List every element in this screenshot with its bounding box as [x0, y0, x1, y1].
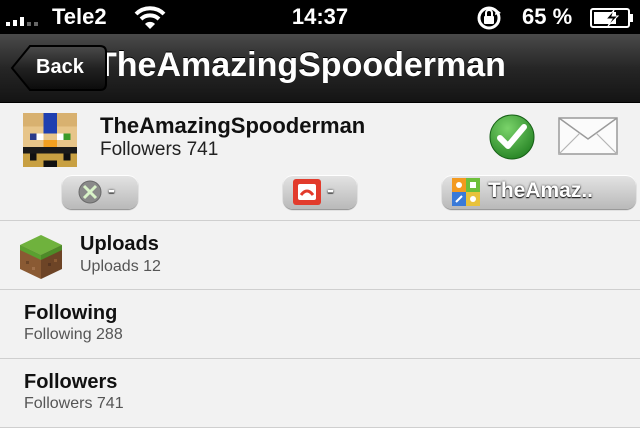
followers-subtitle: Followers 741 — [24, 395, 124, 412]
grass-block-icon — [20, 235, 62, 279]
back-button[interactable]: Back — [10, 44, 108, 92]
game-center-icon — [452, 178, 480, 206]
minecraft-account-icon — [293, 179, 321, 205]
follow-check-icon[interactable] — [488, 113, 536, 161]
list-item-followers[interactable]: Followers Followers 741 — [0, 359, 640, 428]
uploads-subtitle: Uploads 12 — [80, 258, 161, 275]
minecraft-account-button[interactable]: - — [283, 175, 357, 209]
avatar — [23, 113, 77, 167]
game-center-account-button[interactable]: TheAmaz.. — [442, 175, 636, 209]
list-item-uploads[interactable]: Uploads Uploads 12 — [0, 221, 640, 290]
profile-header: TheAmazingSpooderman Followers 741 - - T… — [0, 103, 640, 221]
xbox-account-button[interactable]: - — [62, 175, 138, 209]
profile-followers-count: Followers 741 — [100, 139, 219, 160]
battery-charging-icon — [590, 8, 633, 28]
followers-title: Followers — [24, 371, 118, 393]
xbox-icon — [78, 180, 102, 204]
following-title: Following — [24, 302, 118, 324]
list-item-following[interactable]: Following Following 288 — [0, 290, 640, 359]
battery-percent: 65 % — [522, 4, 573, 29]
status-bar: Tele2 14:37 65 % — [0, 0, 640, 34]
xbox-account-value: - — [108, 179, 115, 202]
uploads-title: Uploads — [80, 233, 159, 255]
profile-name: TheAmazingSpooderman — [100, 113, 366, 138]
navigation-bar: TheAmazingSpooderman Back — [0, 34, 640, 103]
rotation-lock-icon — [477, 6, 501, 30]
back-button-label: Back — [36, 56, 84, 78]
nav-title: TheAmazingSpooderman — [96, 46, 506, 84]
following-subtitle: Following 288 — [24, 326, 123, 343]
game-center-account-value: TheAmaz.. — [488, 179, 594, 202]
mail-icon[interactable] — [558, 117, 618, 155]
minecraft-account-value: - — [327, 179, 334, 202]
